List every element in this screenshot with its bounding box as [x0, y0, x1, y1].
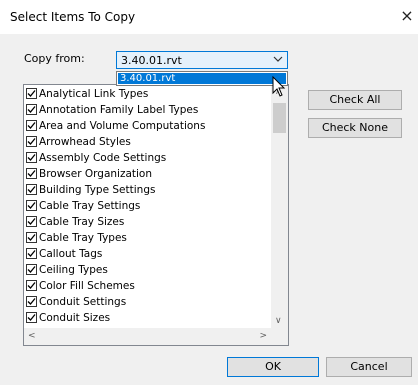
list-item[interactable]: Ceiling Types: [26, 262, 266, 278]
checkbox[interactable]: [26, 263, 37, 275]
close-icon[interactable]: ×: [396, 5, 418, 27]
list-item[interactable]: Cable Tray Settings: [26, 198, 266, 214]
list-item[interactable]: Conduit Settings: [26, 294, 266, 310]
list-item[interactable]: Arrowhead Styles: [26, 134, 266, 150]
checkbox[interactable]: [26, 231, 37, 243]
list-item-label: Analytical Link Types: [39, 88, 149, 100]
list-item-label: Cable Tray Sizes: [39, 216, 125, 228]
mouse-cursor-icon: [272, 76, 286, 97]
vertical-scrollbar[interactable]: ∧ ∨: [271, 85, 288, 328]
checkbox[interactable]: [26, 215, 37, 227]
list-item-label: Assembly Code Settings: [39, 152, 167, 164]
checkbox[interactable]: [26, 119, 37, 131]
list-item-label: Arrowhead Styles: [39, 136, 131, 148]
check-all-button[interactable]: Check All: [308, 90, 402, 110]
checkbox[interactable]: [26, 103, 37, 115]
list-item[interactable]: Assembly Code Settings: [26, 150, 266, 166]
checkbox[interactable]: [26, 151, 37, 163]
items-list[interactable]: Analytical Link Types Annotation Family L…: [23, 84, 289, 346]
ok-button[interactable]: OK: [227, 357, 319, 377]
list-item[interactable]: Building Type Settings: [26, 182, 266, 198]
list-item-label: Conduit Sizes: [39, 312, 111, 324]
list-item-label: Cable Tray Settings: [39, 200, 141, 212]
scroll-right-icon[interactable]: >: [259, 331, 267, 341]
list-item[interactable]: Cable Tray Sizes: [26, 214, 266, 230]
checkbox[interactable]: [26, 199, 37, 211]
horizontal-scrollbar[interactable]: < >: [24, 328, 271, 345]
list-item[interactable]: Cable Tray Types: [26, 230, 266, 246]
list-item[interactable]: Browser Organization: [26, 166, 266, 182]
copy-from-select[interactable]: 3.40.01.rvt: [116, 51, 288, 69]
checkbox[interactable]: [26, 135, 37, 147]
chevron-down-icon[interactable]: [273, 54, 283, 67]
checkbox[interactable]: [26, 311, 37, 323]
list-item[interactable]: Conduit Sizes: [26, 310, 266, 326]
checkbox[interactable]: [26, 295, 37, 307]
list-item-label: Annotation Family Label Types: [39, 104, 199, 116]
list-item[interactable]: Color Fill Schemes: [26, 278, 266, 294]
list-item-label: Cable Tray Types: [39, 232, 127, 244]
cancel-button[interactable]: Cancel: [326, 357, 412, 377]
scrollbar-corner: [271, 328, 288, 345]
scroll-thumb[interactable]: [273, 103, 286, 133]
scroll-down-icon[interactable]: ∨: [275, 316, 282, 326]
list-item-label: Browser Organization: [39, 168, 153, 180]
list-item-label: Callout Tags: [39, 248, 103, 260]
checkbox[interactable]: [26, 167, 37, 179]
dropdown-option[interactable]: 3.40.01.rvt: [118, 73, 286, 84]
checkbox[interactable]: [26, 183, 37, 195]
list-item[interactable]: Callout Tags: [26, 246, 266, 262]
list-item-label: Conduit Settings: [39, 296, 127, 308]
checkbox[interactable]: [26, 87, 37, 99]
copy-from-value: 3.40.01.rvt: [121, 54, 182, 67]
checkbox[interactable]: [26, 279, 37, 291]
copy-from-label: Copy from:: [24, 52, 85, 65]
title-bar: Select Items To Copy ×: [0, 0, 418, 34]
list-item[interactable]: Annotation Family Label Types: [26, 102, 266, 118]
checkbox[interactable]: [26, 247, 37, 259]
copy-from-dropdown[interactable]: 3.40.01.rvt: [116, 71, 288, 86]
list-item[interactable]: Area and Volume Computations: [26, 118, 266, 134]
list-item-label: Ceiling Types: [39, 264, 108, 276]
list-item-label: Color Fill Schemes: [39, 280, 135, 292]
list-item-label: Building Type Settings: [39, 184, 156, 196]
list-item[interactable]: Analytical Link Types: [26, 86, 266, 102]
dialog-title: Select Items To Copy: [10, 10, 136, 24]
scroll-left-icon[interactable]: <: [28, 331, 36, 341]
check-none-button[interactable]: Check None: [308, 118, 402, 138]
list-item-label: Area and Volume Computations: [39, 120, 206, 132]
